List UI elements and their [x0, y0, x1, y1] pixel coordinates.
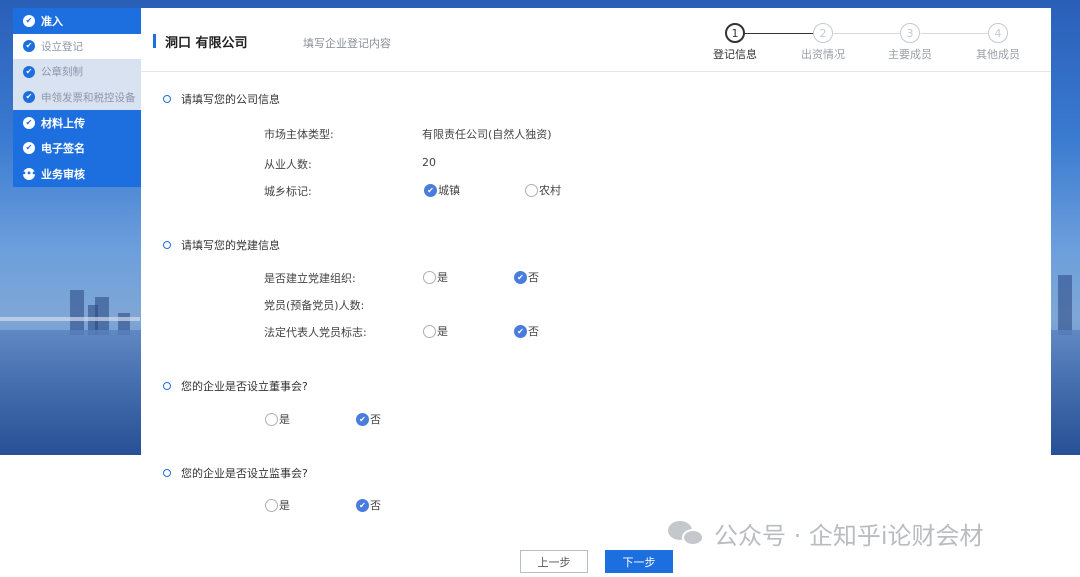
sidebar-item-esign[interactable]: ✔ 电子签名: [13, 135, 141, 161]
section-title: 您的企业是否设立监事会?: [181, 467, 308, 480]
section-party-info: 请填写您的党建信息: [163, 237, 280, 253]
wechat-icon: [668, 519, 706, 549]
radio-icon: [423, 324, 436, 338]
page-subtitle: 填写企业登记内容: [303, 37, 391, 50]
step-number: 2: [813, 23, 833, 43]
radio-icon: [265, 412, 278, 426]
sidebar-item-access[interactable]: ✔ 准入: [13, 8, 141, 34]
step-number: 4: [988, 23, 1008, 43]
step-label: 登记信息: [713, 48, 757, 61]
panel-header: 洞口 有限公司 填写企业登记内容 1 登记信息 2 出资情况 3 主要成员 4 …: [141, 8, 1051, 72]
sidebar-item-upload[interactable]: ✔ 材料上传: [13, 110, 141, 136]
sidebar: ✔ 准入 ✔ 设立登记 ✔ 公章刻制 ✔ 申领发票和税控设备 ✔ 材料上传 ✔ …: [13, 8, 141, 187]
sidebar-item-label: 公章刻制: [41, 66, 83, 79]
section-supervisory: 您的企业是否设立监事会?: [163, 465, 308, 481]
urban-rural-label: 城乡标记:: [264, 185, 312, 198]
radio-party-org-yes[interactable]: 是: [423, 269, 448, 285]
section-title: 请填写您的党建信息: [181, 239, 280, 252]
radio-rural[interactable]: 农村: [525, 182, 561, 198]
radio-checked-icon: ✔: [514, 324, 527, 338]
radio-supervisory-no[interactable]: ✔ 否: [356, 497, 381, 513]
radio-legal-rep-yes[interactable]: 是: [423, 323, 448, 339]
company-name: 洞口 有限公司: [165, 36, 248, 51]
check-icon: ✔: [23, 40, 35, 53]
watermark: 公众号 · 企知乎i论财会材: [668, 516, 984, 551]
check-icon: ✔: [23, 142, 35, 155]
employees-label: 从业人数:: [264, 158, 312, 171]
check-icon: ✔: [23, 116, 35, 129]
radio-urban[interactable]: ✔ 城镇: [424, 182, 460, 198]
section-dot-icon: [163, 382, 171, 390]
party-members-label: 党员(预备党员)人数:: [264, 299, 365, 312]
step-other-members[interactable]: 4 其他成员: [958, 23, 1038, 62]
market-type-value: 有限责任公司(自然人独资): [422, 128, 552, 141]
check-icon: ✔: [23, 14, 35, 27]
section-company-info: 请填写您的公司信息: [163, 91, 280, 107]
radio-supervisory-yes[interactable]: 是: [265, 497, 290, 513]
sidebar-item-label: 设立登记: [41, 40, 83, 53]
radio-board-no[interactable]: ✔ 否: [356, 411, 381, 427]
sidebar-item-label: 材料上传: [41, 116, 85, 130]
section-title: 请填写您的公司信息: [181, 93, 280, 106]
radio-board-yes[interactable]: 是: [265, 411, 290, 427]
sidebar-item-label: 电子签名: [41, 142, 85, 156]
section-board: 您的企业是否设立董事会?: [163, 378, 308, 394]
radio-legal-rep-no[interactable]: ✔ 否: [514, 323, 539, 339]
radio-checked-icon: ✔: [514, 270, 527, 284]
step-registration-info[interactable]: 1 登记信息: [695, 23, 775, 62]
section-dot-icon: [163, 241, 171, 249]
sidebar-item-registration[interactable]: ✔ 设立登记: [13, 33, 141, 59]
legal-rep-party-label: 法定代表人党员标志:: [264, 326, 367, 339]
check-icon: ✔: [23, 65, 35, 78]
title-accent-bar: [153, 34, 156, 48]
party-org-label: 是否建立党建组织:: [264, 272, 356, 285]
step-main-members[interactable]: 3 主要成员: [870, 23, 950, 62]
step-number: 1: [725, 23, 745, 43]
radio-checked-icon: ✔: [424, 183, 437, 197]
check-icon: ✔: [23, 91, 35, 104]
step-number: 3: [900, 23, 920, 43]
step-label: 出资情况: [801, 48, 845, 61]
next-step-button[interactable]: 下一步: [605, 550, 673, 573]
section-title: 您的企业是否设立董事会?: [181, 380, 308, 393]
employees-value: 20: [422, 156, 436, 169]
radio-party-org-no[interactable]: ✔ 否: [514, 269, 539, 285]
radio-checked-icon: ✔: [356, 498, 369, 512]
sidebar-item-label: 业务审核: [41, 167, 85, 181]
sidebar-item-label: 准入: [41, 14, 63, 28]
section-dot-icon: [163, 95, 171, 103]
prev-step-button[interactable]: 上一步: [520, 550, 588, 573]
watermark-text: 公众号 · 企知乎i论财会材: [714, 522, 984, 550]
step-label: 主要成员: [888, 48, 932, 61]
radio-checked-icon: ✔: [356, 412, 369, 426]
radio-icon: [265, 498, 278, 512]
sidebar-item-seal[interactable]: ✔ 公章刻制: [13, 59, 141, 85]
radio-icon: [525, 183, 538, 197]
sidebar-item-label: 申领发票和税控设备: [41, 91, 136, 104]
sidebar-item-invoice[interactable]: ✔ 申领发票和税控设备: [13, 84, 141, 110]
market-type-label: 市场主体类型:: [264, 128, 334, 141]
more-icon: •••: [21, 167, 37, 180]
step-capital[interactable]: 2 出资情况: [783, 23, 863, 62]
sidebar-item-review[interactable]: ••• 业务审核: [13, 161, 141, 187]
main-panel: 洞口 有限公司 填写企业登记内容 1 登记信息 2 出资情况 3 主要成员 4 …: [141, 8, 1051, 455]
radio-icon: [423, 270, 436, 284]
section-dot-icon: [163, 469, 171, 477]
step-label: 其他成员: [976, 48, 1020, 61]
